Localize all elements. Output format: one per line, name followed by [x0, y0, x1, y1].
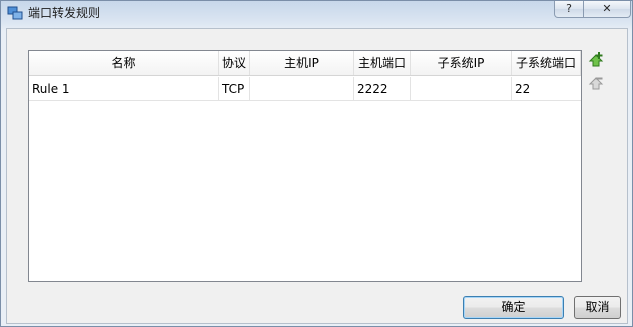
cell-guest-ip[interactable]: [411, 77, 512, 100]
add-rule-icon[interactable]: [587, 51, 605, 69]
cancel-button[interactable]: 取消: [574, 296, 621, 319]
table-header: 名称 协议 主机IP 主机端口 子系统IP 子系统端口: [29, 51, 581, 76]
column-header-guest-ip[interactable]: 子系统IP: [411, 51, 512, 75]
dialog-body: 名称 协议 主机IP 主机端口 子系统IP 子系统端口 Rule 1 TCP 2…: [6, 28, 628, 324]
rules-table[interactable]: 名称 协议 主机IP 主机端口 子系统IP 子系统端口 Rule 1 TCP 2…: [28, 50, 582, 282]
column-header-protocol[interactable]: 协议: [219, 51, 250, 75]
title-bar: 端口转发规则 ? ✕: [1, 1, 632, 25]
column-header-host-ip[interactable]: 主机IP: [250, 51, 354, 75]
cell-name[interactable]: Rule 1: [29, 77, 219, 100]
close-button[interactable]: ✕: [584, 1, 631, 18]
cell-protocol[interactable]: TCP: [219, 77, 250, 100]
dialog-window: 端口转发规则 ? ✕ 名称 协议 主机IP 主机端口 子系统IP 子系统端口 R…: [0, 0, 633, 327]
cell-guest-port[interactable]: 22: [512, 77, 581, 100]
column-header-guest-port[interactable]: 子系统端口: [512, 51, 581, 75]
cell-host-ip[interactable]: [250, 77, 354, 100]
column-header-name[interactable]: 名称: [29, 51, 219, 75]
ok-button[interactable]: 确定: [463, 296, 564, 319]
network-icon: [7, 6, 23, 20]
help-button[interactable]: ?: [554, 1, 584, 18]
column-header-host-port[interactable]: 主机端口: [354, 51, 411, 75]
remove-rule-icon[interactable]: [587, 74, 605, 92]
cell-host-port[interactable]: 2222: [354, 77, 411, 100]
table-row[interactable]: Rule 1 TCP 2222 22: [29, 77, 581, 101]
window-title: 端口转发规则: [28, 6, 101, 20]
